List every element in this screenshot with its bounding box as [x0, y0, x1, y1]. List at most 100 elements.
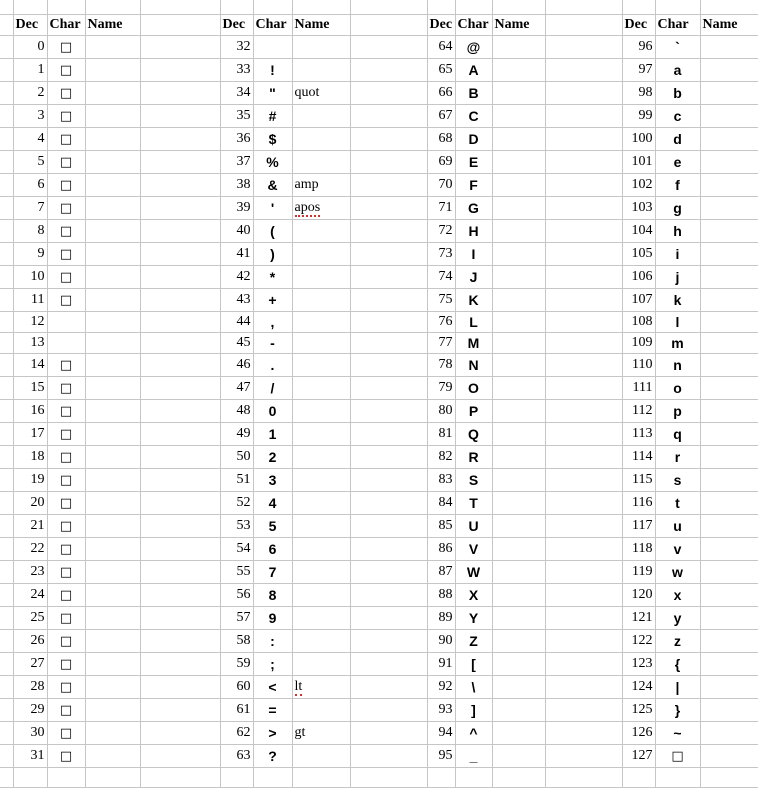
cell-char[interactable]: R	[455, 445, 493, 469]
cell-dec[interactable]: 16	[13, 399, 48, 423]
cell-char[interactable]: 5	[253, 514, 293, 538]
cell-dec[interactable]: 42	[220, 265, 254, 289]
cell-dec[interactable]: 112	[622, 399, 656, 423]
cell-char[interactable]: □	[47, 583, 86, 607]
cell-char[interactable]: "	[253, 81, 293, 105]
cell-dec[interactable]: 123	[622, 652, 656, 676]
cell-char[interactable]: C	[455, 104, 493, 128]
cell-name[interactable]	[85, 35, 141, 59]
cell-char[interactable]: %	[253, 150, 293, 174]
cell-dec[interactable]: 104	[622, 219, 656, 243]
cell-dec[interactable]: 50	[220, 445, 254, 469]
cell-char[interactable]	[47, 332, 86, 354]
cell-dec[interactable]: 33	[220, 58, 254, 82]
cell-name[interactable]	[292, 468, 351, 492]
cell-dec[interactable]: 98	[622, 81, 656, 105]
cell-char[interactable]: z	[655, 629, 701, 653]
cell-name[interactable]	[700, 265, 758, 289]
cell-dec[interactable]: 88	[426, 583, 456, 607]
cell-char[interactable]: B	[455, 81, 493, 105]
cell-dec[interactable]: 96	[622, 35, 656, 59]
cell-char[interactable]: □	[47, 288, 86, 312]
cell-name[interactable]	[492, 376, 546, 400]
cell-name[interactable]	[85, 242, 141, 266]
cell-name[interactable]	[700, 698, 758, 722]
cell-name[interactable]	[85, 265, 141, 289]
cell-char[interactable]	[47, 311, 86, 333]
cell-char[interactable]: +	[253, 288, 293, 312]
cell-name[interactable]	[85, 376, 141, 400]
cell-char[interactable]: .	[253, 353, 293, 377]
cell-name[interactable]	[292, 376, 351, 400]
cell-char[interactable]: l	[655, 311, 701, 333]
cell-char[interactable]: f	[655, 173, 701, 197]
cell-name[interactable]	[85, 583, 141, 607]
cell-name[interactable]	[492, 491, 546, 515]
cell-dec[interactable]: 101	[622, 150, 656, 174]
cell-dec[interactable]: 24	[13, 583, 48, 607]
cell-char[interactable]: 2	[253, 445, 293, 469]
cell-char[interactable]: _	[455, 744, 493, 768]
cell-name[interactable]	[292, 311, 351, 333]
cell-dec[interactable]: 6	[13, 173, 48, 197]
cell-name[interactable]	[700, 104, 758, 128]
cell-name[interactable]	[85, 127, 141, 151]
cell-char[interactable]: r	[655, 445, 701, 469]
cell-name[interactable]	[492, 606, 546, 630]
cell-char[interactable]: u	[655, 514, 701, 538]
cell-char[interactable]: K	[455, 288, 493, 312]
cell-name[interactable]	[700, 537, 758, 561]
cell-name[interactable]	[85, 81, 141, 105]
cell-dec[interactable]: 115	[622, 468, 656, 492]
cell-name[interactable]	[85, 104, 141, 128]
cell-name[interactable]	[700, 399, 758, 423]
column-header-char-4[interactable]: Char	[655, 14, 701, 36]
cell-char[interactable]: □	[47, 698, 86, 722]
cell-dec[interactable]: 17	[13, 422, 48, 446]
cell-char[interactable]: D	[455, 127, 493, 151]
cell-char[interactable]: 0	[253, 399, 293, 423]
cell-dec[interactable]: 31	[13, 744, 48, 768]
cell-char[interactable]: H	[455, 219, 493, 243]
spreadsheet-sheet[interactable]: Dec Char Name Dec Char Name Dec Char Name Dec Char…	[0, 0, 758, 788]
cell-char[interactable]: U	[455, 514, 493, 538]
cell-name[interactable]	[492, 583, 546, 607]
cell-char[interactable]: e	[655, 150, 701, 174]
cell-char[interactable]: S	[455, 468, 493, 492]
cell-char[interactable]: i	[655, 242, 701, 266]
cell-name[interactable]	[492, 104, 546, 128]
cell-dec[interactable]: 108	[622, 311, 656, 333]
cell-name[interactable]	[492, 560, 546, 584]
cell-char[interactable]: □	[47, 35, 86, 59]
cell-dec[interactable]: 20	[13, 491, 48, 515]
cell-dec[interactable]: 70	[426, 173, 456, 197]
cell-char[interactable]: □	[47, 127, 86, 151]
cell-name[interactable]	[292, 583, 351, 607]
cell-char[interactable]: *	[253, 265, 293, 289]
cell-char[interactable]: m	[655, 332, 701, 354]
column-header-dec-3[interactable]: Dec	[426, 14, 456, 36]
cell-dec[interactable]: 117	[622, 514, 656, 538]
cell-dec[interactable]: 44	[220, 311, 254, 333]
cell-dec[interactable]: 68	[426, 127, 456, 151]
cell-dec[interactable]: 10	[13, 265, 48, 289]
cell-char[interactable]: L	[455, 311, 493, 333]
cell-dec[interactable]: 1	[13, 58, 48, 82]
cell-char[interactable]: □	[47, 376, 86, 400]
cell-dec[interactable]: 52	[220, 491, 254, 515]
cell-dec[interactable]: 28	[13, 675, 48, 699]
cell-char[interactable]: g	[655, 196, 701, 220]
cell-dec[interactable]: 72	[426, 219, 456, 243]
cell-dec[interactable]: 100	[622, 127, 656, 151]
cell-name[interactable]	[492, 537, 546, 561]
cell-char[interactable]: I	[455, 242, 493, 266]
cell-char[interactable]: {	[655, 652, 701, 676]
cell-name[interactable]	[700, 196, 758, 220]
cell-char[interactable]: □	[47, 173, 86, 197]
cell-char[interactable]: a	[655, 58, 701, 82]
cell-char[interactable]: □	[47, 721, 86, 745]
cell-dec[interactable]: 110	[622, 353, 656, 377]
cell-dec[interactable]: 53	[220, 514, 254, 538]
cell-dec[interactable]: 67	[426, 104, 456, 128]
cell-dec[interactable]: 93	[426, 698, 456, 722]
